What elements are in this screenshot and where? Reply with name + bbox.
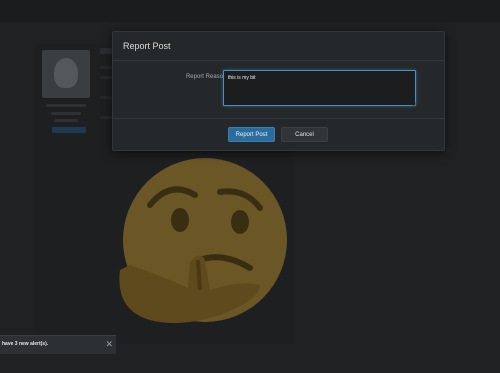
user-info-placeholder xyxy=(54,119,78,122)
post-text-line xyxy=(100,66,112,69)
thinking-face-emoji xyxy=(119,158,287,324)
report-reason-row: Report Reason: this is my bit xyxy=(113,70,444,110)
dialog-divider xyxy=(113,118,444,119)
post-text-line xyxy=(100,96,112,99)
avatar xyxy=(42,50,90,98)
resize-handle-icon[interactable] xyxy=(412,102,416,106)
post-text-line xyxy=(100,116,112,119)
dialog-header: Report Post xyxy=(113,32,444,61)
report-reason-label: Report Reason: xyxy=(185,74,228,80)
close-icon[interactable]: ✕ xyxy=(105,339,113,349)
alert-text: have 3 new alert(s). xyxy=(2,341,49,347)
username-placeholder xyxy=(46,104,86,107)
cancel-button[interactable]: Cancel xyxy=(281,127,328,142)
dialog-title: Report Post xyxy=(123,41,171,51)
user-badge xyxy=(52,127,86,133)
report-reason-textarea[interactable]: this is my bit xyxy=(223,70,416,106)
post-text-line xyxy=(100,76,112,79)
alert-notification[interactable]: have 3 new alert(s). ✕ xyxy=(0,335,116,354)
user-title-placeholder xyxy=(51,112,81,115)
report-post-dialog: Report Post Report Reason: this is my bi… xyxy=(112,31,445,151)
report-post-button[interactable]: Report Post xyxy=(228,127,275,142)
top-bar xyxy=(0,0,500,22)
